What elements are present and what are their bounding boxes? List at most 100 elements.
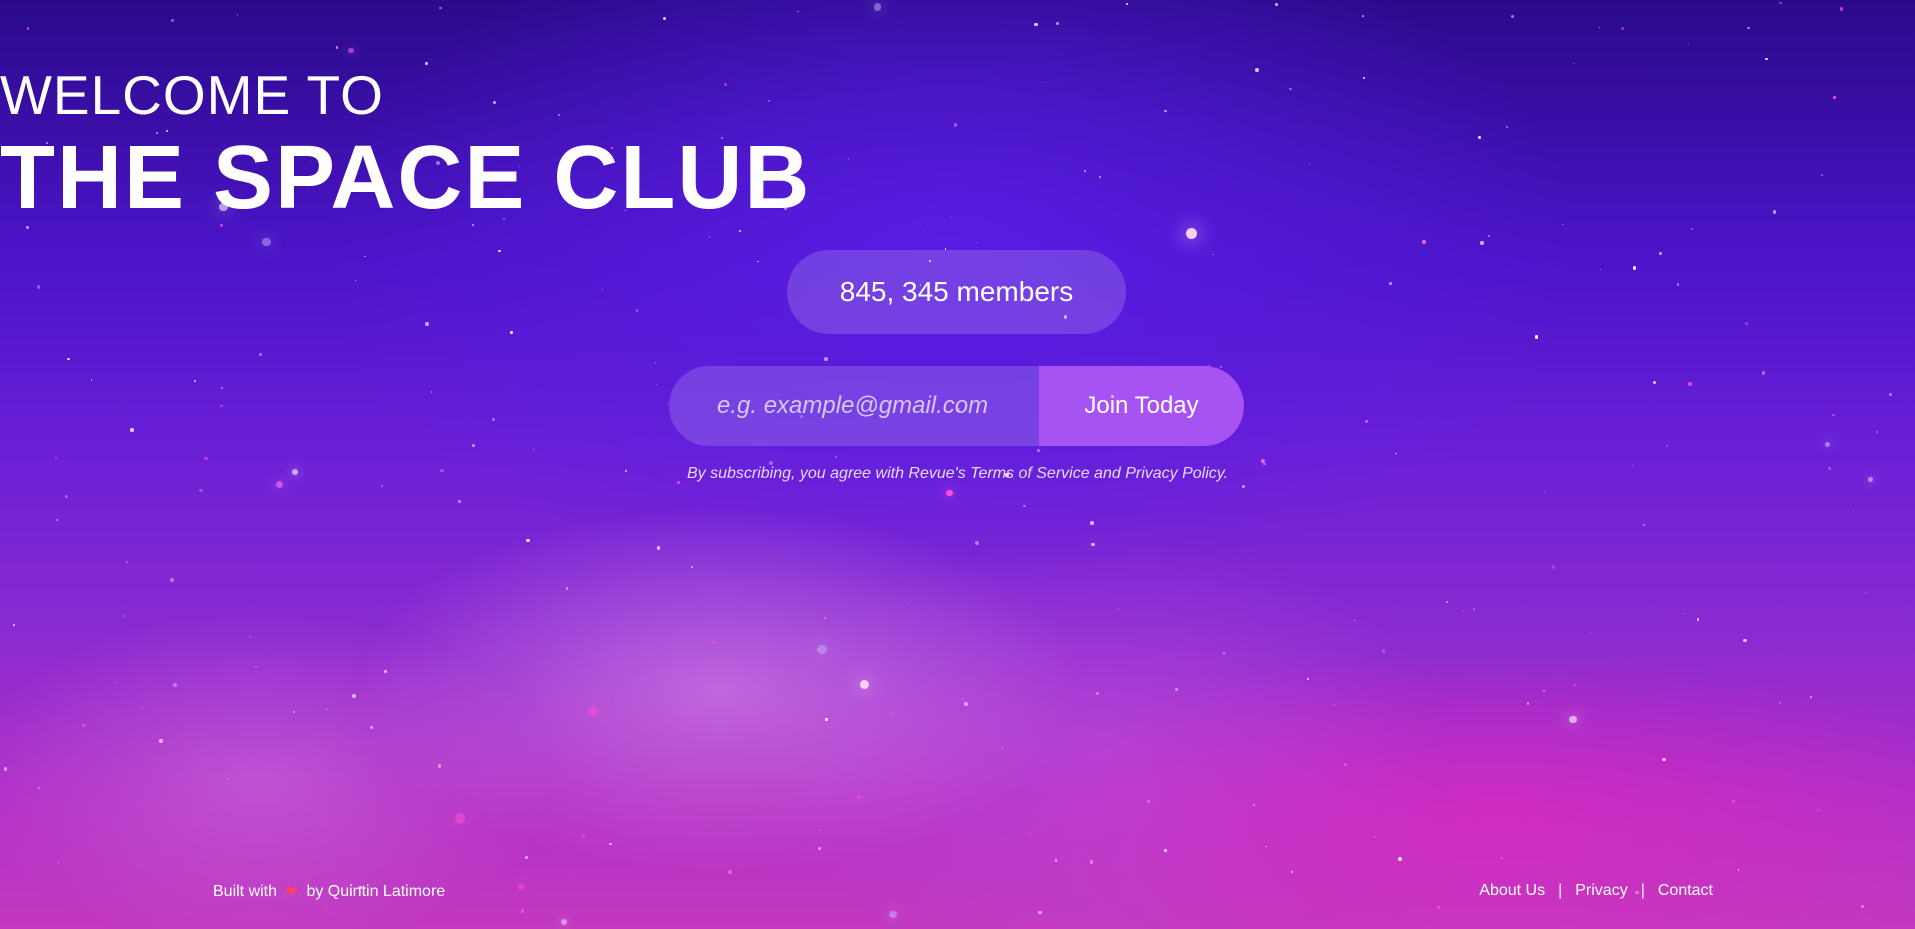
star-dot bbox=[711, 640, 716, 645]
star-dot bbox=[1543, 491, 1546, 493]
star-dot bbox=[90, 379, 93, 381]
star-dot bbox=[1001, 746, 1003, 748]
star-dot bbox=[1023, 504, 1027, 508]
star-dot bbox=[1865, 591, 1867, 594]
signup-form: Join Today bbox=[669, 366, 1244, 446]
star-dot bbox=[1252, 804, 1255, 807]
star-dot bbox=[1421, 799, 1423, 801]
star-dot bbox=[1652, 381, 1656, 385]
star-dot bbox=[1362, 15, 1364, 17]
star-dot bbox=[55, 518, 59, 522]
star-dot bbox=[221, 387, 223, 389]
star-dot bbox=[609, 842, 612, 846]
star-dot bbox=[1125, 3, 1128, 5]
star-dot bbox=[381, 485, 383, 487]
star-dot bbox=[458, 500, 461, 503]
footer-separator: | bbox=[1640, 882, 1645, 899]
star-dot bbox=[37, 786, 40, 789]
star-dot bbox=[425, 322, 429, 326]
star-dot bbox=[565, 587, 569, 590]
star-dot bbox=[236, 14, 239, 16]
star-dot bbox=[824, 357, 828, 361]
star-dot bbox=[491, 418, 495, 422]
star-dot bbox=[1676, 283, 1680, 286]
star-dot bbox=[962, 697, 965, 700]
star-dot bbox=[1765, 57, 1768, 60]
star-dot bbox=[834, 456, 837, 459]
footer-nav: About Us | Privacy | Contact bbox=[1479, 882, 1713, 900]
star-dot bbox=[655, 383, 658, 386]
star-dot bbox=[1534, 335, 1539, 340]
star-dot bbox=[657, 647, 660, 650]
star-dot bbox=[1174, 688, 1178, 692]
page-title: THE SPACE CLUB bbox=[0, 128, 812, 228]
footer-separator: | bbox=[1558, 882, 1563, 899]
star-dot bbox=[249, 636, 252, 638]
star-dot bbox=[159, 739, 164, 743]
star-dot bbox=[437, 764, 442, 768]
star-dot bbox=[657, 546, 661, 550]
star-dot bbox=[351, 694, 356, 698]
star-dot bbox=[1212, 253, 1214, 255]
star-dot bbox=[524, 855, 529, 860]
star-dot bbox=[581, 835, 586, 839]
star-dot bbox=[130, 428, 134, 432]
star-dot bbox=[1732, 800, 1736, 804]
star-dot bbox=[1023, 764, 1025, 766]
star-dot bbox=[946, 489, 953, 497]
star-dot bbox=[1274, 2, 1279, 7]
star-dot bbox=[1054, 858, 1058, 862]
star-dot bbox=[1290, 870, 1294, 874]
star-dot bbox=[975, 541, 980, 545]
star-dot bbox=[220, 404, 223, 408]
star-dot bbox=[1163, 849, 1167, 853]
star-dot bbox=[1658, 252, 1663, 256]
star-dot bbox=[1599, 268, 1602, 271]
star-dot bbox=[857, 794, 861, 799]
star-dot bbox=[82, 724, 86, 728]
star-dot bbox=[1511, 14, 1515, 18]
contact-link[interactable]: Contact bbox=[1658, 882, 1713, 900]
star-dot bbox=[227, 777, 229, 779]
star-dot bbox=[526, 538, 530, 542]
star-dot bbox=[1569, 715, 1577, 724]
star-dot bbox=[1472, 608, 1475, 610]
star-dot bbox=[1096, 691, 1100, 695]
star-dot bbox=[1374, 835, 1377, 838]
star-dot bbox=[204, 456, 208, 461]
privacy-link[interactable]: Privacy bbox=[1575, 882, 1627, 900]
email-input[interactable] bbox=[669, 366, 1039, 446]
star-dot bbox=[1589, 631, 1591, 633]
star-dot bbox=[1632, 266, 1637, 270]
star-dot bbox=[1364, 419, 1369, 424]
star-dot bbox=[439, 6, 442, 10]
star-dot bbox=[472, 444, 475, 447]
star-dot bbox=[1437, 906, 1441, 910]
star-dot bbox=[292, 711, 295, 713]
star-dot bbox=[1598, 27, 1600, 29]
star-dot bbox=[141, 707, 144, 710]
star-dot bbox=[923, 230, 925, 233]
star-dot bbox=[708, 236, 711, 238]
star-dot bbox=[1222, 651, 1225, 654]
star-dot bbox=[823, 616, 826, 619]
about-us-link[interactable]: About Us bbox=[1479, 882, 1545, 900]
star-dot bbox=[3, 767, 8, 771]
star-dot bbox=[1091, 543, 1095, 547]
star-dot bbox=[1395, 452, 1397, 455]
star-dot bbox=[1682, 612, 1684, 615]
star-dot bbox=[1817, 808, 1820, 811]
star-dot bbox=[115, 682, 117, 684]
star-dot bbox=[259, 352, 263, 356]
star-dot bbox=[908, 603, 910, 606]
join-today-button[interactable]: Join Today bbox=[1039, 366, 1244, 446]
star-dot bbox=[1397, 857, 1402, 861]
star-dot bbox=[348, 47, 354, 54]
star-dot bbox=[1542, 690, 1545, 693]
star-dot bbox=[1117, 608, 1119, 610]
star-dot bbox=[110, 714, 112, 716]
members-count-badge: 845, 345 members bbox=[787, 250, 1126, 334]
star-dot bbox=[430, 391, 433, 394]
star-dot bbox=[654, 361, 657, 364]
star-dot bbox=[1089, 860, 1094, 864]
